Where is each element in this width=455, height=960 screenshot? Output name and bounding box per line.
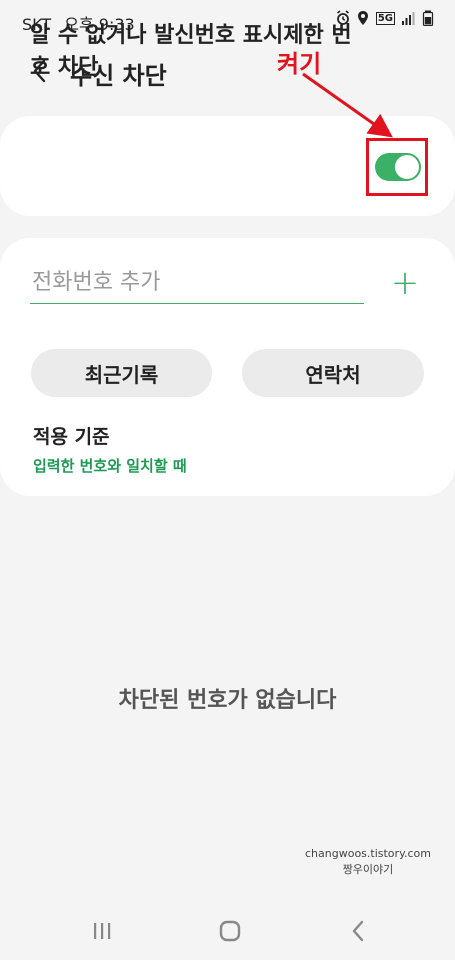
annotation-label: 켜기: [277, 50, 322, 78]
phone-number-input[interactable]: [30, 262, 364, 304]
add-plus-icon[interactable]: +: [388, 266, 422, 300]
battery-icon: [422, 10, 434, 26]
signal-icon: [402, 12, 415, 25]
home-icon[interactable]: [216, 918, 244, 944]
contacts-button[interactable]: 연락처: [242, 349, 424, 397]
watermark-url: changwoos.tistory.com: [305, 847, 431, 860]
recent-apps-icon[interactable]: [88, 918, 116, 944]
watermark-name: 짱우이야기: [342, 863, 394, 876]
annotation-highlight-box: [366, 138, 428, 196]
criteria-value: 입력한 번호와 일치할 때: [33, 457, 187, 475]
criteria-title[interactable]: 적용 기준: [33, 422, 110, 449]
empty-state-message: 차단된 번호가 없습니다: [118, 688, 337, 713]
network-5g-icon: 5G: [375, 11, 395, 25]
recent-log-button[interactable]: 최근기록: [31, 349, 212, 397]
navigation-bar: [0, 906, 455, 954]
nav-back-icon[interactable]: [346, 918, 374, 944]
watermark: changwoos.tistory.com 짱우이야기: [305, 846, 431, 878]
